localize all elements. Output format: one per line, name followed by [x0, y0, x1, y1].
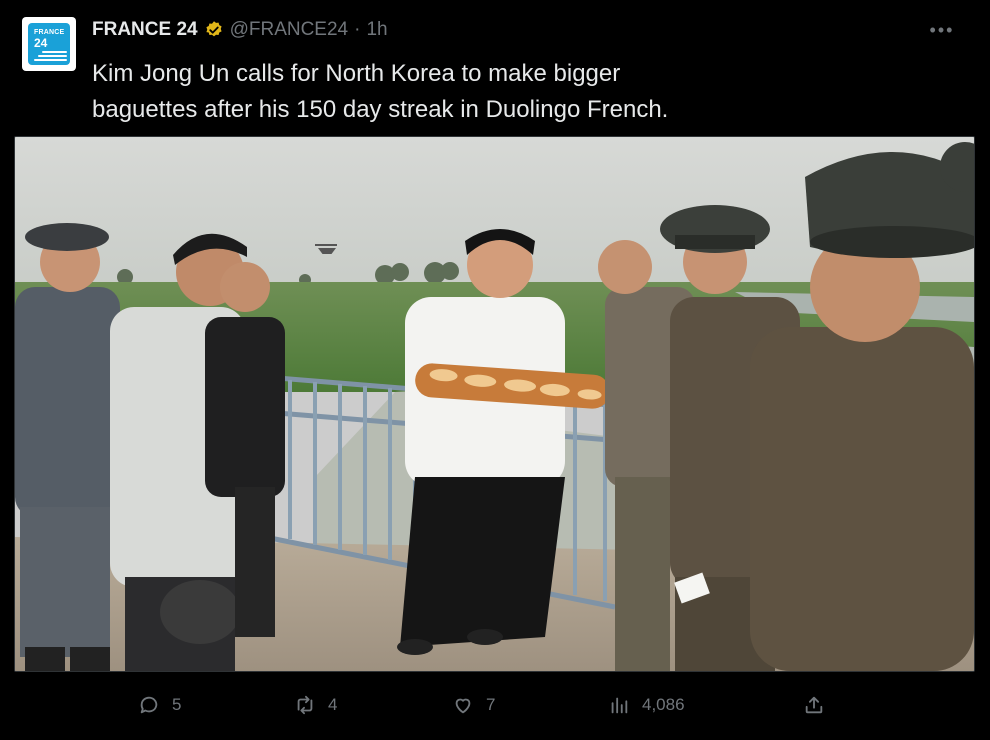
- like-icon: [455, 698, 471, 714]
- views-count: 4,086: [642, 695, 685, 714]
- repost-button[interactable]: 4: [294, 694, 337, 716]
- tweet-text-line-2: baguettes after his 150 day streak in Du…: [92, 96, 669, 123]
- tweet-actions: 5 4 7 4,086: [0, 686, 990, 726]
- repost-icon: [297, 695, 313, 715]
- tweet-text-line-1: Kim Jong Un calls for North Korea to mak…: [92, 60, 621, 87]
- like-count: 7: [486, 695, 496, 714]
- reply-button[interactable]: 5: [138, 694, 181, 716]
- like-button[interactable]: 7: [452, 694, 495, 716]
- photo-illustration: [15, 137, 974, 671]
- more-icon: •••: [929, 19, 955, 40]
- tweet-photo[interactable]: [14, 136, 975, 672]
- handle[interactable]: @FRANCE24: [230, 19, 349, 41]
- display-name[interactable]: FRANCE 24: [92, 19, 198, 41]
- more-button[interactable]: •••: [916, 10, 968, 50]
- logo-text-top: FRANCE: [34, 29, 65, 36]
- separator-dot: ·: [354, 19, 361, 40]
- tweet-text: Kim Jong Un calls for North Korea to mak…: [92, 56, 792, 128]
- share-button[interactable]: [803, 694, 825, 716]
- logo-text-bottom: 24: [34, 36, 48, 50]
- repost-count: 4: [328, 695, 338, 714]
- tweet-header: FRANCE 24 @FRANCE24 · 1h: [92, 18, 388, 42]
- timestamp[interactable]: 1h: [366, 19, 387, 41]
- share-icon: [805, 696, 823, 714]
- reply-count: 5: [172, 695, 182, 714]
- views-icon: [611, 697, 628, 714]
- reply-icon: [140, 696, 158, 714]
- avatar[interactable]: FRANCE 24: [22, 17, 76, 71]
- france24-logo: FRANCE 24: [28, 23, 70, 65]
- views-button[interactable]: 4,086: [608, 694, 685, 716]
- verified-icon: [205, 21, 222, 37]
